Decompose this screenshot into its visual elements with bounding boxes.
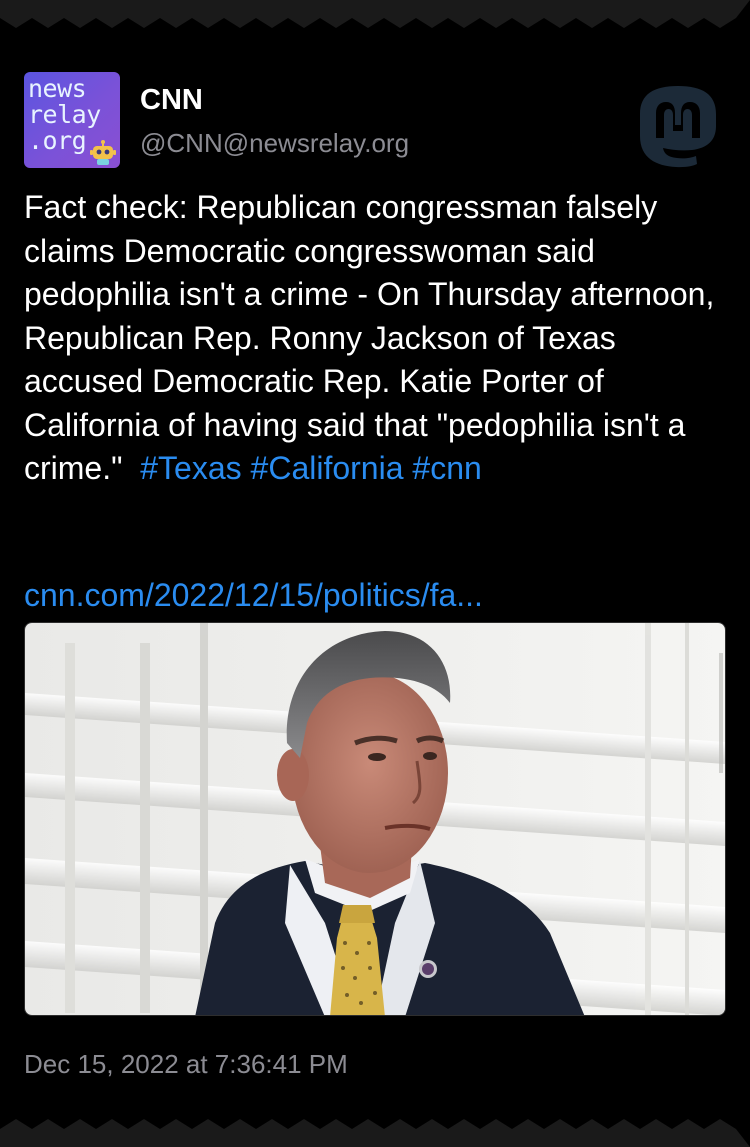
photo-of-man-in-suit bbox=[25, 623, 725, 1015]
post-timestamp: Dec 15, 2022 at 7:36:41 PM bbox=[24, 1049, 348, 1079]
torn-edge-bottom bbox=[0, 1117, 750, 1147]
article-link[interactable]: cnn.com/2022/12/15/politics/fa... bbox=[24, 574, 483, 618]
author-display-name[interactable]: CNN bbox=[140, 84, 203, 117]
post-text: Fact check: Republican congressman false… bbox=[24, 186, 724, 491]
hashtag-texas[interactable]: #Texas bbox=[140, 450, 241, 486]
post-body-text: Fact check: Republican congressman false… bbox=[24, 189, 715, 486]
post-image[interactable] bbox=[24, 622, 726, 1016]
author-handle[interactable]: @CNN@newsrelay.org bbox=[140, 128, 409, 159]
hashtag-california[interactable]: #California bbox=[251, 450, 404, 486]
post-card: news relay .org CNN @CNN@newsrelay.org F… bbox=[0, 0, 750, 1147]
robot-icon bbox=[90, 140, 116, 165]
hashtag-cnn[interactable]: #cnn bbox=[412, 450, 481, 486]
avatar[interactable]: news relay .org bbox=[24, 72, 120, 168]
torn-edge-top bbox=[0, 0, 750, 30]
mastodon-logo-icon bbox=[640, 86, 716, 168]
